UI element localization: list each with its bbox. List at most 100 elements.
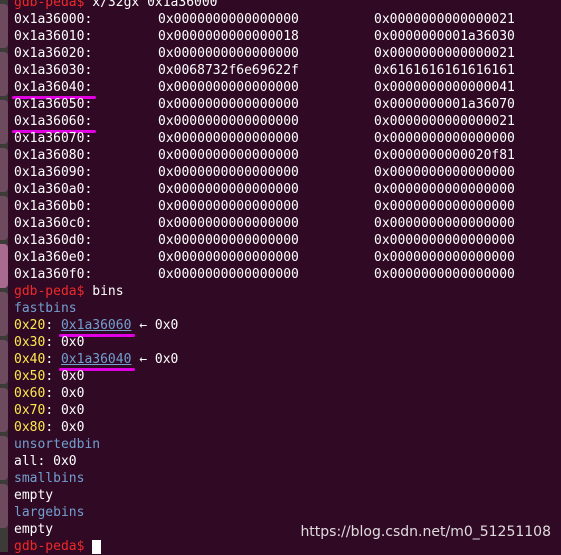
memory-value: 0x0000000000000000 [158, 46, 299, 61]
launcher-terminal-icon[interactable] [0, 244, 8, 288]
terminal-output[interactable]: gdb-peda$ x/32gx 0x1a36000 0x1a36000: 0x0… [14, 0, 561, 555]
fastbin-separator: : [45, 318, 61, 333]
fastbin-pointer: 0x0 [60, 403, 85, 418]
memory-value: 0x6161616161616161 [374, 63, 515, 78]
memory-row: 0x1a360c0: 0x0000000000000000 0x0000000000… [14, 215, 561, 232]
memory-row: 0x1a36030: 0x0068732f6e69622f 0x6161616161… [14, 62, 561, 79]
memory-value: 0x0000000000000041 [374, 80, 515, 95]
memory-value: 0x0000000000000021 [374, 12, 515, 27]
memory-value: 0x0000000000000000 [158, 216, 299, 231]
memory-value: 0x0000000000000021 [374, 46, 515, 61]
memory-row: 0x1a36020: 0x0000000000000000 0x0000000000… [14, 45, 561, 62]
memory-address: 0x1a36020: [14, 46, 93, 61]
launcher-app-icon[interactable] [0, 4, 8, 48]
launcher-app-icon[interactable] [0, 388, 8, 432]
fastbin-row: 0x40: 0x1a36040 ← 0x0 [14, 351, 561, 368]
fastbin-size: 0x30 [14, 335, 46, 350]
memory-row: 0x1a36050: 0x0000000000000000 0x0000000001… [14, 96, 561, 113]
watermark: https://blog.csdn.net/m0_51251108 [300, 524, 551, 540]
memory-value: 0x0000000000000000 [374, 182, 515, 197]
memory-value: 0x0000000000000000 [374, 233, 515, 248]
launcher-app-icon[interactable] [0, 148, 8, 192]
fastbin-pointer: 0x0 [60, 335, 85, 350]
memory-value: 0x0000000000000000 [158, 114, 299, 129]
memory-value: 0x0000000000000000 [158, 12, 299, 27]
fastbin-size: 0x60 [14, 386, 46, 401]
memory-value: 0x0000000000000000 [158, 97, 299, 112]
prompt: gdb-peda$ [14, 284, 85, 299]
memory-row: 0x1a36070: 0x0000000000000000 0x0000000000… [14, 130, 561, 147]
memory-address: 0x1a360c0: [14, 216, 93, 231]
launcher-app-icon[interactable] [0, 292, 8, 336]
command-line: gdb-peda$ x/32gx 0x1a36000 [14, 0, 561, 11]
fastbin-size: 0x70 [14, 403, 46, 418]
memory-address: 0x1a36040: [14, 79, 92, 96]
launcher-app-icon[interactable] [0, 196, 8, 240]
fastbin-size: 0x50 [14, 369, 46, 384]
memory-value: 0x0000000000000000 [158, 267, 299, 282]
smallbins-heading: smallbins [14, 471, 85, 486]
fastbin-pointer: 0x0 [60, 420, 85, 435]
memory-address: 0x1a36050: [14, 97, 93, 112]
memory-value: 0x0000000000000021 [374, 114, 515, 129]
fastbin-next-pointer: 0x0 [154, 318, 179, 333]
fastbin-next-pointer: 0x0 [154, 352, 179, 367]
fastbin-separator: : [45, 403, 61, 418]
memory-value: 0x0000000000000000 [374, 165, 515, 180]
arrow-left-icon: ← [131, 318, 155, 333]
launcher-app-icon[interactable] [0, 340, 8, 384]
unsortedbin-heading: unsortedbin [14, 437, 101, 452]
launcher-app-icon[interactable] [0, 484, 8, 528]
memory-value: 0x0068732f6e69622f [158, 63, 299, 78]
memory-value: 0x0000000000000000 [158, 131, 299, 146]
fastbin-row: 0x80: 0x0 [14, 419, 561, 436]
launcher-app-icon[interactable] [0, 52, 8, 96]
memory-value: 0x0000000000000000 [374, 131, 515, 146]
memory-value: 0x0000000000000000 [374, 199, 515, 214]
command-line: gdb-peda$ [14, 538, 561, 555]
command-text: bins [84, 284, 124, 299]
memory-value: 0x0000000000000000 [158, 165, 299, 180]
memory-row: 0x1a360b0: 0x0000000000000000 0x0000000000… [14, 198, 561, 215]
memory-value: 0x0000000000000000 [158, 182, 299, 197]
fastbin-separator: : [45, 335, 61, 350]
fastbin-separator: : [45, 420, 61, 435]
memory-value: 0x0000000000000000 [158, 233, 299, 248]
memory-address: 0x1a36030: [14, 63, 93, 78]
memory-value: 0x0000000000000000 [374, 267, 515, 282]
memory-dump: 0x1a36000: 0x0000000000000000 0x0000000000… [14, 11, 561, 283]
memory-address: 0x1a360e0: [14, 250, 93, 265]
largebins-heading: largebins [14, 505, 85, 520]
fastbin-separator: : [45, 386, 61, 401]
arrow-left-icon: ← [131, 352, 155, 367]
memory-address: 0x1a360a0: [14, 182, 93, 197]
memory-value: 0x0000000000000000 [158, 80, 299, 95]
memory-row: 0x1a360f0: 0x0000000000000000 0x0000000000… [14, 266, 561, 283]
memory-value: 0x0000000001a36030 [374, 29, 515, 44]
fastbin-size: 0x20 [14, 318, 46, 333]
unsortedbin-value: all: 0x0 [14, 454, 77, 469]
highlight-underline: 0x1a36040: [14, 80, 93, 95]
fastbins-heading: fastbins [14, 301, 77, 316]
fastbin-pointer: 0x0 [60, 369, 85, 384]
memory-value: 0x0000000000000000 [374, 250, 515, 265]
memory-value: 0x0000000000020f81 [374, 148, 515, 163]
memory-value: 0x0000000000000000 [158, 148, 299, 163]
fastbin-row: 0x50: 0x0 [14, 368, 561, 385]
memory-row: 0x1a36060: 0x0000000000000000 0x0000000000… [14, 113, 561, 130]
launcher-app-icon[interactable] [0, 436, 8, 480]
memory-address: 0x1a36000: [14, 12, 93, 27]
memory-value: 0x0000000001a36070 [374, 97, 515, 112]
fastbin-chunk-pointer: 0x1a36060 [60, 318, 132, 333]
launcher-app-icon[interactable] [0, 100, 8, 144]
memory-address: 0x1a36090: [14, 165, 93, 180]
memory-row: 0x1a360a0: 0x0000000000000000 0x0000000000… [14, 181, 561, 198]
memory-row: 0x1a36040: 0x0000000000000000 0x0000000000… [14, 79, 561, 96]
fastbin-row: 0x30: 0x0 [14, 334, 561, 351]
command-text: x/32gx 0x1a36000 [84, 0, 218, 10]
memory-address: 0x1a36060: [14, 113, 92, 130]
prompt: gdb-peda$ [14, 0, 85, 10]
fastbin-pointer: 0x0 [60, 386, 85, 401]
memory-row: 0x1a36010: 0x0000000000000018 0x0000000001… [14, 28, 561, 45]
fastbin-separator: : [45, 352, 61, 367]
